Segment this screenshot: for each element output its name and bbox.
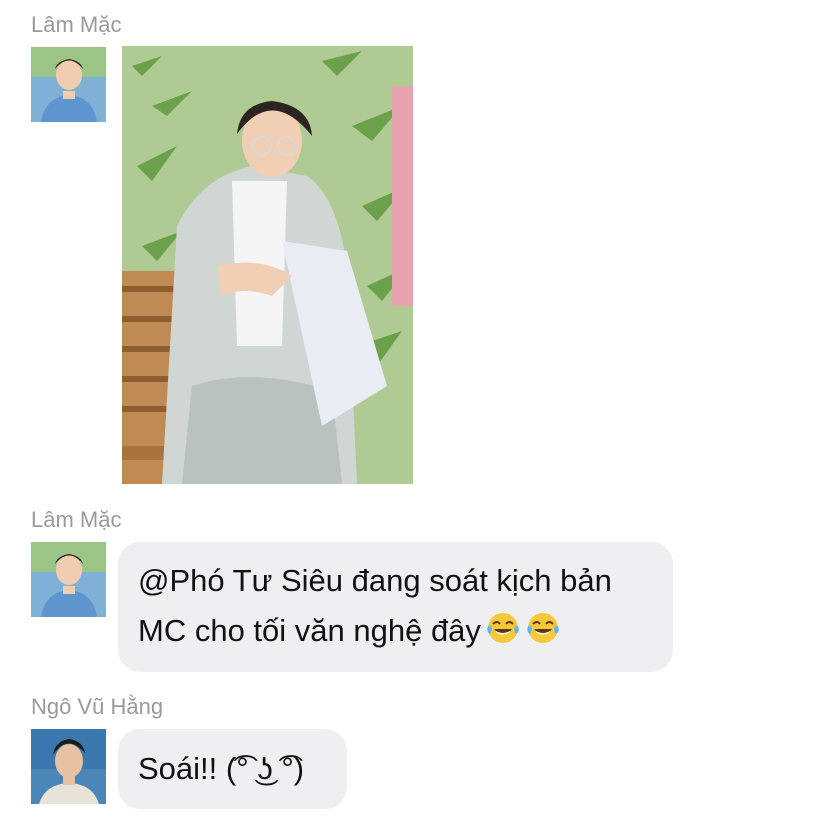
sender-name: Ngô Vũ Hằng [31, 694, 164, 719]
message-line: MC cho tối văn nghệ đây [138, 613, 481, 648]
shared-photo[interactable] [122, 46, 413, 484]
message-bubble[interactable]: Soái!! (͡° ͜ʖ ͡°) [118, 729, 347, 809]
message-line: Soái!! (͡° ͜ʖ ͡°) [138, 751, 305, 786]
sender-name: Lâm Mặc [31, 507, 122, 532]
avatar-image [31, 729, 106, 804]
avatar[interactable] [31, 47, 106, 122]
tears-of-joy-icon [487, 613, 519, 643]
tears-of-joy-icon [527, 613, 559, 643]
avatar-image [31, 542, 106, 617]
photo-image [122, 46, 413, 484]
message-line: @Phó Tư Siêu đang soát kịch bản [138, 563, 612, 598]
sender-name: Lâm Mặc [31, 12, 122, 37]
message-bubble[interactable]: @Phó Tư Siêu đang soát kịch bản MC cho t… [118, 542, 673, 672]
avatar[interactable] [31, 542, 106, 617]
avatar-image [31, 47, 106, 122]
avatar[interactable] [31, 729, 106, 804]
message-line-with-emoji: MC cho tối văn nghệ đây [138, 606, 653, 656]
